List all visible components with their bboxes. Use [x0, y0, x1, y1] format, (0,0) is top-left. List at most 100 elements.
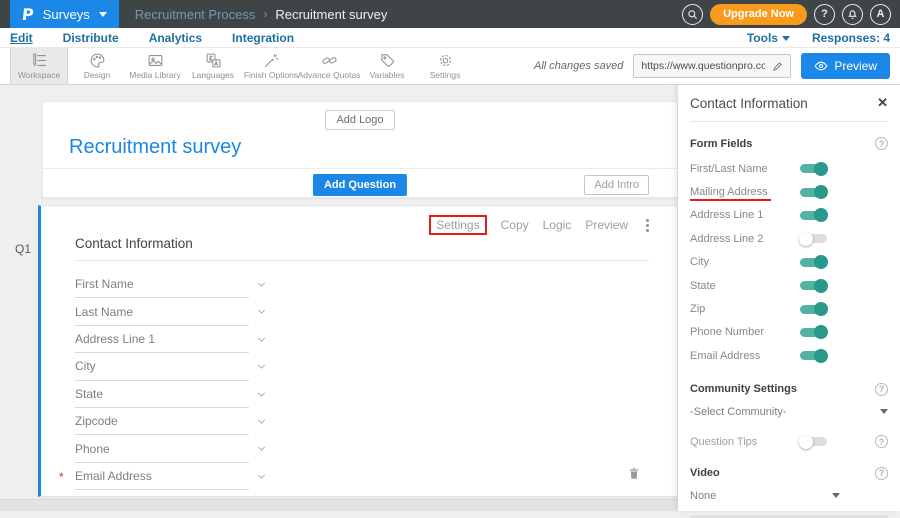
- toggle-row: State: [690, 274, 888, 297]
- chevron-down-icon: [255, 388, 268, 401]
- help-icon[interactable]: ?: [875, 467, 888, 480]
- contact-field-label[interactable]: Address Line 1: [75, 326, 249, 353]
- notifications-button[interactable]: [842, 4, 863, 25]
- contact-field-label[interactable]: Last Name: [75, 298, 249, 325]
- field-type-dropdown[interactable]: [255, 360, 268, 378]
- question-action[interactable]: Logic: [543, 218, 572, 232]
- toggle-switch[interactable]: [800, 188, 827, 197]
- toggle-row: Email Address: [690, 344, 888, 367]
- toggle-label: City: [690, 256, 709, 268]
- contact-field-row: * State: [75, 381, 275, 408]
- add-intro-button[interactable]: Add Intro: [584, 175, 649, 195]
- survey-url-field[interactable]: https://www.questionpro.com/t/APNrFZ: [633, 54, 791, 78]
- tools-menu[interactable]: Tools: [747, 31, 790, 45]
- contact-fields-list: * First Name * Last Name * Add: [75, 271, 677, 490]
- video-select[interactable]: None: [690, 486, 840, 506]
- help-icon[interactable]: ?: [875, 383, 888, 396]
- community-select-value: -Select Community-: [690, 406, 787, 418]
- contact-field-label[interactable]: Phone: [75, 435, 249, 462]
- field-type-dropdown[interactable]: [255, 442, 268, 460]
- question-action[interactable]: Settings: [429, 215, 486, 235]
- question-action[interactable]: Preview: [585, 218, 628, 232]
- field-type-dropdown[interactable]: [255, 388, 268, 406]
- contact-field-label[interactable]: Zipcode: [75, 408, 249, 435]
- toggle-row: Address Line 2: [690, 227, 888, 250]
- add-logo-row: Add Logo: [43, 102, 677, 134]
- tab-edit[interactable]: Edit: [10, 31, 33, 45]
- contact-field-label[interactable]: Email Address: [75, 463, 249, 490]
- contact-field-row: * Last Name: [75, 298, 275, 325]
- more-options-icon[interactable]: [642, 217, 653, 234]
- question-settings-panel: Contact Information ✕ Form Fields ? Firs…: [678, 85, 900, 511]
- question-tips-label: Question Tips: [690, 436, 757, 448]
- add-question-button[interactable]: Add Question: [313, 174, 407, 196]
- question-tips-toggle[interactable]: [800, 437, 827, 446]
- field-type-dropdown[interactable]: [255, 333, 268, 351]
- tab-integration[interactable]: Integration: [232, 31, 294, 45]
- breadcrumb-folder[interactable]: Recruitment Process: [135, 7, 256, 22]
- contact-field-row: * Email Address: [75, 463, 275, 490]
- field-type-dropdown[interactable]: [255, 415, 268, 433]
- breadcrumb-separator: ›: [263, 7, 267, 21]
- surveys-menu[interactable]: P Surveys: [10, 0, 119, 28]
- toolbar-item-finish-options[interactable]: Finish Options: [242, 48, 300, 84]
- close-icon[interactable]: ✕: [877, 95, 888, 111]
- upgrade-now-button[interactable]: Upgrade Now: [710, 4, 807, 25]
- toolbar-item-variables[interactable]: Variables: [358, 48, 416, 84]
- field-type-dropdown[interactable]: [255, 470, 268, 488]
- preview-button[interactable]: Preview: [801, 53, 890, 79]
- form-field-toggles: First/Last Name Mailing Address Address …: [690, 157, 888, 368]
- toggle-switch[interactable]: [800, 164, 827, 173]
- toggle-switch[interactable]: [800, 234, 827, 243]
- toolbar-item-workspace[interactable]: Workspace: [10, 48, 68, 84]
- community-settings-header: Community Settings ?: [690, 383, 888, 396]
- question-heading[interactable]: Contact Information: [75, 236, 649, 261]
- help-icon[interactable]: ?: [875, 137, 888, 150]
- toggle-switch[interactable]: [800, 281, 827, 290]
- toolbar-item-media-library[interactable]: Media Library: [126, 48, 184, 84]
- search-icon: [687, 9, 698, 20]
- question-action[interactable]: Copy: [501, 218, 529, 232]
- toolbar-item-design[interactable]: Design: [68, 48, 126, 84]
- toggle-row: Address Line 1: [690, 204, 888, 227]
- help-icon[interactable]: ?: [875, 435, 888, 448]
- tab-analytics[interactable]: Analytics: [149, 31, 202, 45]
- tab-distribute[interactable]: Distribute: [63, 31, 119, 45]
- responses-link[interactable]: Responses: 4: [812, 31, 890, 45]
- contact-field-label[interactable]: State: [75, 381, 249, 408]
- add-logo-button[interactable]: Add Logo: [325, 110, 394, 130]
- toggle-switch[interactable]: [800, 305, 827, 314]
- toggle-switch[interactable]: [800, 258, 827, 267]
- survey-editor-canvas: Q1 Add Logo Recruitment survey Add Quest…: [0, 85, 678, 511]
- edit-url-button[interactable]: [765, 61, 790, 72]
- toolbar-item-advance-quotas[interactable]: Advance Quotas: [300, 48, 358, 84]
- tag-icon: [379, 52, 396, 69]
- contact-field-row: * Phone: [75, 435, 275, 462]
- toggle-label: Mailing Address: [690, 186, 768, 198]
- toggle-switch[interactable]: [800, 328, 827, 337]
- toggle-label: Address Line 1: [690, 209, 763, 221]
- tabbar-right: Tools Responses: 4: [747, 31, 890, 45]
- search-button[interactable]: [682, 4, 703, 25]
- community-select[interactable]: -Select Community-: [690, 402, 888, 422]
- question-number-label: Q1: [15, 242, 31, 256]
- dropdown-caret-icon: [880, 409, 888, 414]
- survey-header-card: Add Logo Recruitment survey Add Question…: [42, 101, 678, 198]
- toolbar-item-settings[interactable]: Settings: [416, 48, 474, 84]
- survey-title[interactable]: Recruitment survey: [43, 136, 677, 159]
- delete-question-button[interactable]: [627, 466, 641, 486]
- toggle-switch[interactable]: [800, 211, 827, 220]
- field-type-dropdown[interactable]: [255, 305, 268, 323]
- toggle-label: First/Last Name: [690, 163, 768, 175]
- chevron-down-icon: [255, 305, 268, 318]
- help-button[interactable]: ?: [814, 4, 835, 25]
- toolbar-item-languages[interactable]: Languages: [184, 48, 242, 84]
- gear-icon: [437, 52, 454, 69]
- toggle-switch[interactable]: [800, 351, 827, 360]
- avatar[interactable]: A: [870, 4, 891, 25]
- chevron-down-icon: [255, 360, 268, 373]
- field-type-dropdown[interactable]: [255, 278, 268, 296]
- community-settings-label: Community Settings: [690, 383, 797, 395]
- contact-field-label[interactable]: First Name: [75, 271, 249, 298]
- contact-field-label[interactable]: City: [75, 353, 249, 380]
